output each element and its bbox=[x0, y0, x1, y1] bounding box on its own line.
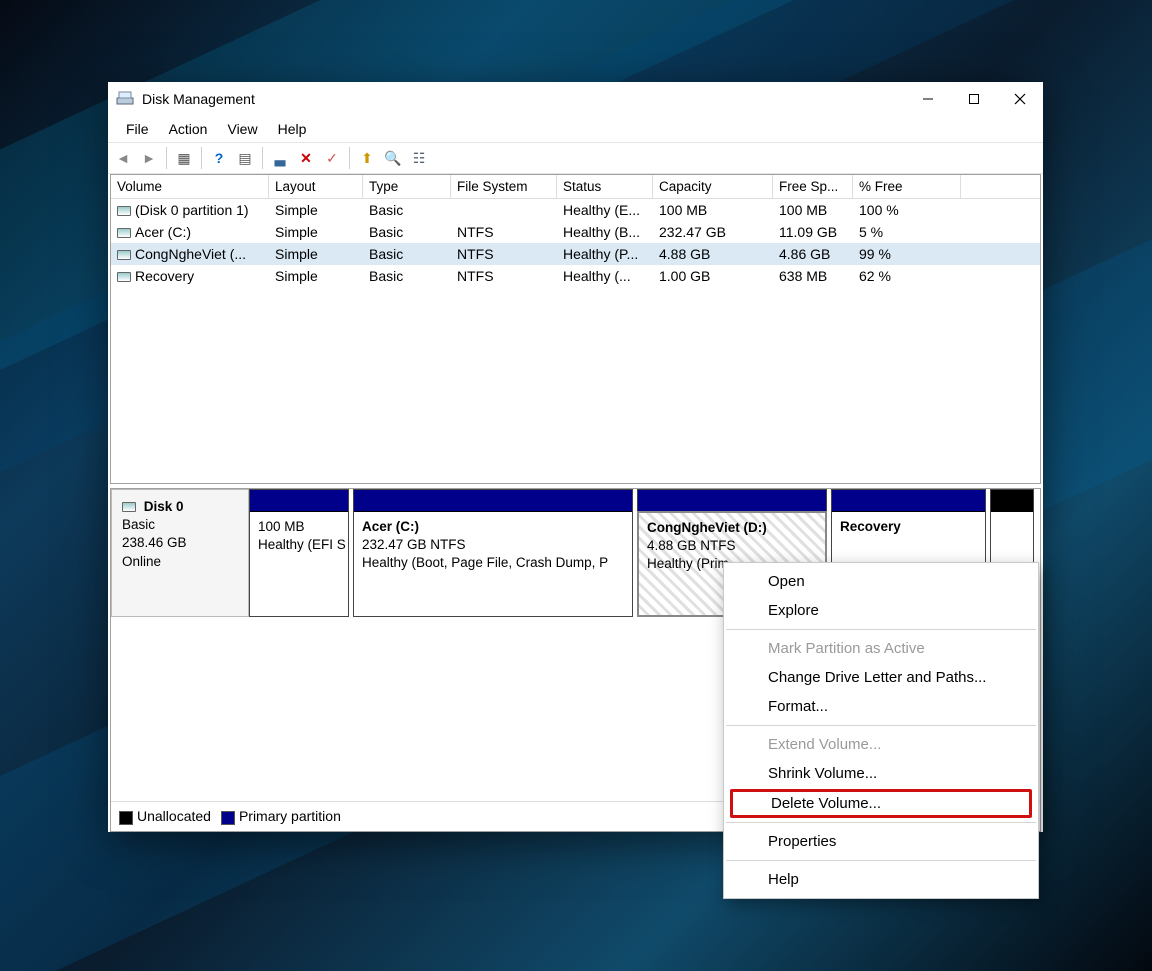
col-type[interactable]: Type bbox=[363, 175, 451, 198]
back-button[interactable]: ◄ bbox=[112, 147, 134, 169]
doc-up-icon: ⬆ bbox=[361, 150, 373, 167]
disk-icon bbox=[122, 502, 136, 512]
cm-delete-volume[interactable]: Delete Volume... bbox=[730, 789, 1032, 818]
delete-button[interactable]: ✕ bbox=[295, 147, 317, 169]
check-icon: ✓ bbox=[326, 150, 338, 167]
context-menu: Open Explore Mark Partition as Active Ch… bbox=[723, 562, 1039, 899]
drive-icon: ▃ bbox=[275, 150, 286, 167]
legend-primary: Primary partition bbox=[221, 808, 341, 824]
col-filesystem[interactable]: File System bbox=[451, 175, 557, 198]
table-row[interactable]: RecoverySimpleBasicNTFSHealthy (...1.00 … bbox=[111, 265, 1040, 287]
minimize-button[interactable] bbox=[905, 82, 951, 116]
partition-block[interactable]: Acer (C:)232.47 GB NTFSHealthy (Boot, Pa… bbox=[353, 489, 633, 617]
forward-button[interactable]: ► bbox=[138, 147, 160, 169]
find-button[interactable]: 🔍 bbox=[382, 147, 404, 169]
swatch-blue-icon bbox=[221, 811, 235, 825]
cm-shrink[interactable]: Shrink Volume... bbox=[724, 759, 1038, 788]
arrow-left-icon: ◄ bbox=[116, 150, 130, 166]
help-icon: ? bbox=[215, 150, 224, 166]
minimize-icon bbox=[922, 93, 934, 105]
details-icon: ▤ bbox=[238, 150, 251, 167]
disk-state: Online bbox=[122, 554, 161, 569]
help-toolbar-button[interactable]: ? bbox=[208, 147, 230, 169]
col-pct-free[interactable]: % Free bbox=[853, 175, 961, 198]
volume-icon bbox=[117, 228, 131, 238]
connect-button[interactable]: ▃ bbox=[269, 147, 291, 169]
window-title: Disk Management bbox=[142, 91, 905, 107]
menu-action[interactable]: Action bbox=[161, 119, 216, 139]
cm-extend: Extend Volume... bbox=[724, 730, 1038, 759]
details-button[interactable]: ▤ bbox=[234, 147, 256, 169]
col-status[interactable]: Status bbox=[557, 175, 653, 198]
cm-open[interactable]: Open bbox=[724, 567, 1038, 596]
menu-help[interactable]: Help bbox=[270, 119, 315, 139]
new-button[interactable]: ⬆ bbox=[356, 147, 378, 169]
up-button[interactable]: ▦ bbox=[173, 147, 195, 169]
search-icon: 🔍 bbox=[384, 150, 401, 167]
cm-change-letter[interactable]: Change Drive Letter and Paths... bbox=[724, 663, 1038, 692]
x-icon: ✕ bbox=[300, 150, 312, 167]
disk-label: Disk 0 bbox=[144, 499, 184, 514]
volume-list[interactable]: Volume Layout Type File System Status Ca… bbox=[110, 174, 1041, 484]
disk-info-panel[interactable]: Disk 0 Basic 238.46 GB Online bbox=[111, 489, 249, 617]
disk-size: 238.46 GB bbox=[122, 535, 187, 550]
menu-view[interactable]: View bbox=[219, 119, 265, 139]
cm-help[interactable]: Help bbox=[724, 865, 1038, 894]
cm-format[interactable]: Format... bbox=[724, 692, 1038, 721]
check-button[interactable]: ✓ bbox=[321, 147, 343, 169]
titlebar: Disk Management bbox=[108, 82, 1043, 116]
col-capacity[interactable]: Capacity bbox=[653, 175, 773, 198]
maximize-button[interactable] bbox=[951, 82, 997, 116]
legend-unallocated: Unallocated bbox=[119, 808, 211, 824]
table-button[interactable]: ☷ bbox=[408, 147, 430, 169]
volume-icon bbox=[117, 206, 131, 216]
maximize-icon bbox=[968, 93, 980, 105]
col-free-space[interactable]: Free Sp... bbox=[773, 175, 853, 198]
cm-explore[interactable]: Explore bbox=[724, 596, 1038, 625]
toolbar: ◄ ► ▦ ? ▤ ▃ ✕ ✓ ⬆ 🔍 ☷ bbox=[108, 142, 1043, 174]
close-icon bbox=[1014, 93, 1026, 105]
table-row[interactable]: Acer (C:)SimpleBasicNTFSHealthy (B...232… bbox=[111, 221, 1040, 243]
col-layout[interactable]: Layout bbox=[269, 175, 363, 198]
volume-icon bbox=[117, 250, 131, 260]
table-row[interactable]: (Disk 0 partition 1)SimpleBasicHealthy (… bbox=[111, 199, 1040, 221]
close-button[interactable] bbox=[997, 82, 1043, 116]
swatch-black-icon bbox=[119, 811, 133, 825]
volume-icon bbox=[117, 272, 131, 282]
disk-type: Basic bbox=[122, 517, 155, 532]
cm-mark-active: Mark Partition as Active bbox=[724, 634, 1038, 663]
app-icon bbox=[116, 90, 134, 108]
table-row[interactable]: CongNgheViet (...SimpleBasicNTFSHealthy … bbox=[111, 243, 1040, 265]
col-volume[interactable]: Volume bbox=[111, 175, 269, 198]
table-icon: ☷ bbox=[413, 150, 426, 167]
grid-icon: ▦ bbox=[177, 150, 190, 167]
arrow-right-icon: ► bbox=[142, 150, 156, 166]
cm-properties[interactable]: Properties bbox=[724, 827, 1038, 856]
list-header: Volume Layout Type File System Status Ca… bbox=[111, 175, 1040, 199]
partition-block[interactable]: 100 MBHealthy (EFI S bbox=[249, 489, 349, 617]
menubar: File Action View Help bbox=[108, 116, 1043, 142]
menu-file[interactable]: File bbox=[118, 119, 157, 139]
